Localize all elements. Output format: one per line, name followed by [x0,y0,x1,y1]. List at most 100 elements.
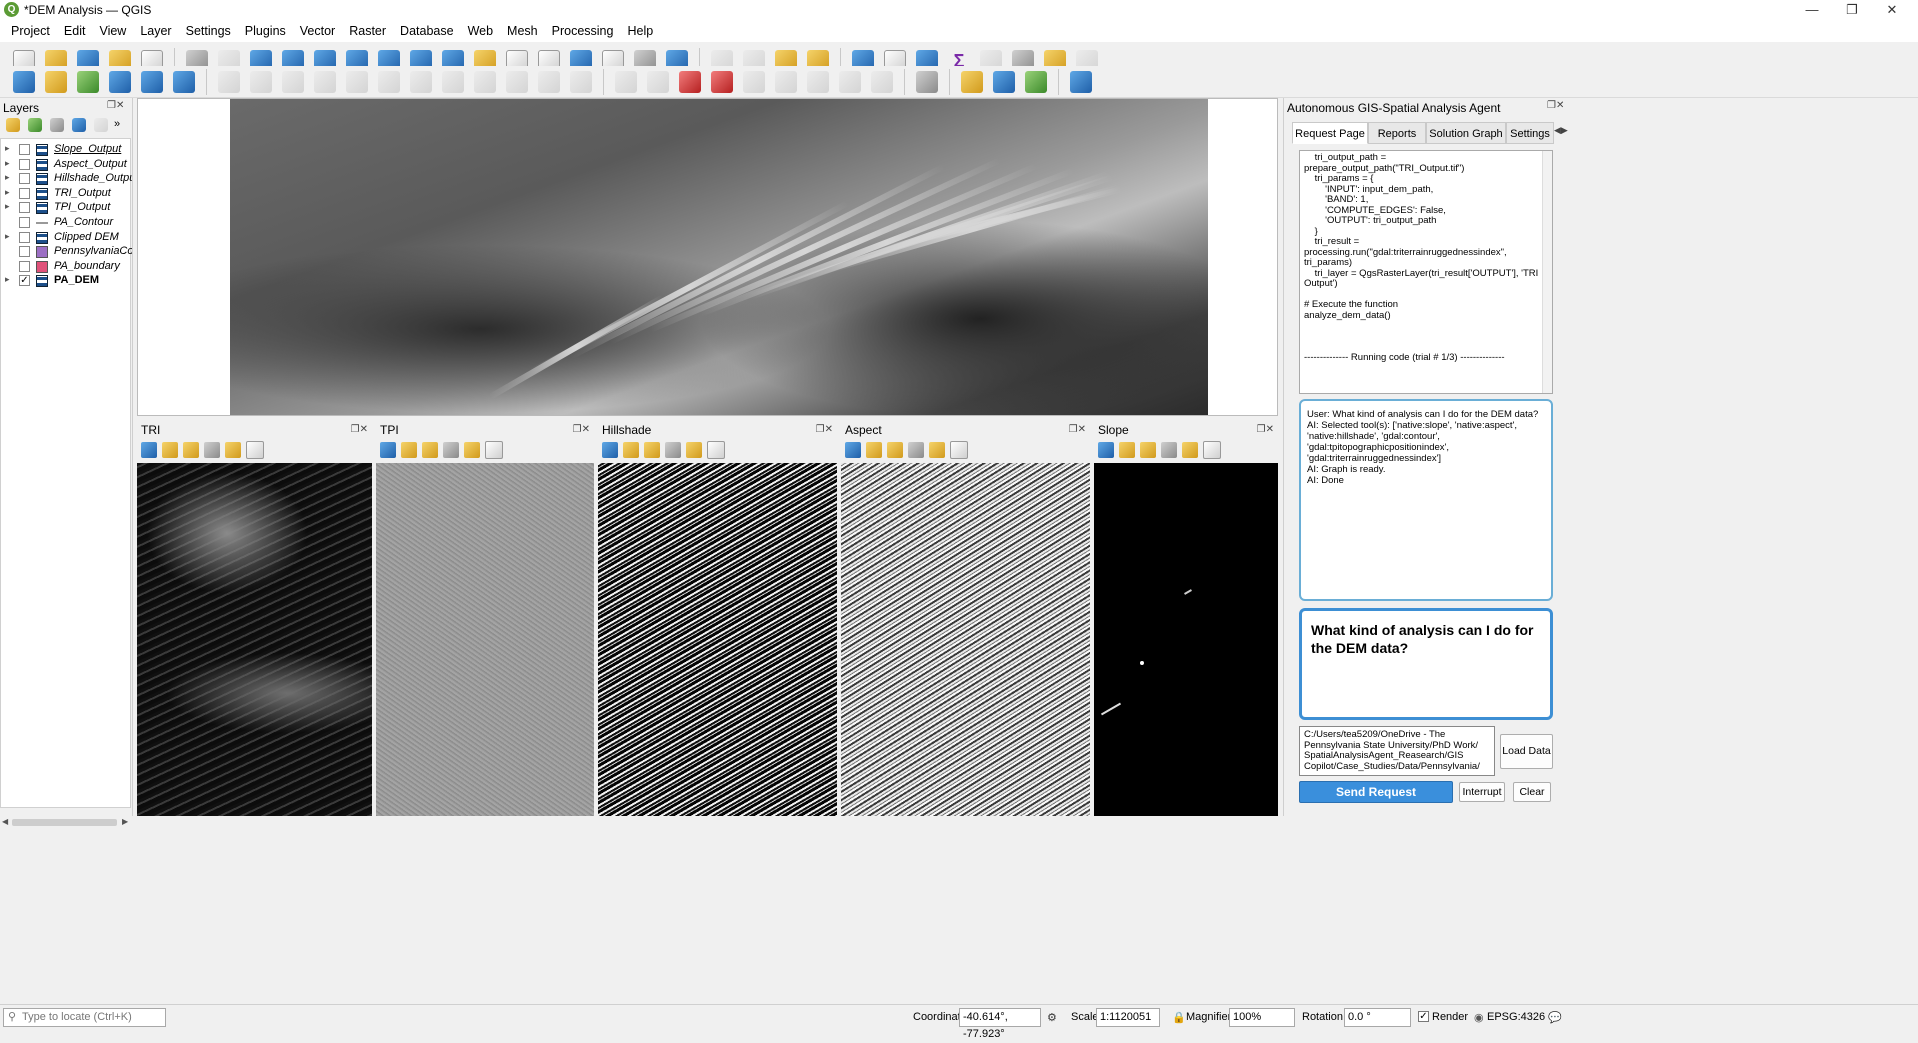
visibility-eye-icon[interactable] [204,442,220,458]
layer-visibility-checkbox[interactable] [19,158,30,170]
map-settings-icon[interactable] [707,441,725,459]
menu-web[interactable]: Web [461,24,500,38]
zoom-selection-icon[interactable] [401,442,417,458]
layer-visibility-checkbox[interactable] [19,187,30,199]
expand-all-icon[interactable] [94,118,108,132]
layer-visibility-checkbox[interactable]: ✓ [19,275,30,287]
layer-visibility-checkbox[interactable] [19,246,30,258]
reload-plugin-icon[interactable] [993,70,1015,93]
rotation-field[interactable]: 0.0 ° [1344,1008,1411,1027]
expand-arrow-icon[interactable]: ▸ [5,143,10,154]
menu-edit[interactable]: Edit [57,24,93,38]
modify-attributes-icon[interactable] [378,70,400,93]
tab-solution-graph[interactable]: Solution Graph [1426,122,1506,144]
layer-visibility-checkbox[interactable] [19,217,30,228]
request-input[interactable]: What kind of analysis can I do for the D… [1299,608,1553,720]
add-group-icon[interactable] [28,118,42,132]
map-settings-icon[interactable] [485,441,503,459]
move-label-icon[interactable] [807,70,829,93]
add-virtual-layer-icon[interactable] [173,70,195,93]
save-edits-icon[interactable] [282,70,304,93]
layer-item[interactable]: PennsylvaniaCounties [1,245,132,260]
tab-request-page[interactable]: Request Page [1292,122,1368,144]
visibility-eye-icon[interactable] [50,118,64,132]
expand-arrow-icon[interactable]: ▸ [5,274,10,285]
render-checkbox[interactable]: ✓ [1418,1011,1429,1022]
locator-input[interactable]: ⚲ Type to locate (Ctrl+K) [3,1008,166,1027]
toggle-extents-icon[interactable]: ⚙ [1047,1011,1057,1024]
panel-float-close-icon[interactable]: ❐✕ [573,424,590,435]
interrupt-button[interactable]: Interrupt [1459,782,1505,802]
layer-item[interactable]: ▸ Hillshade_Output [1,172,132,187]
menu-view[interactable]: View [92,24,133,38]
change-label-icon[interactable] [871,70,893,93]
map-settings-icon[interactable] [246,441,264,459]
add-raster-layer-icon[interactable] [141,70,163,93]
layer-item[interactable]: ▸ TRI_Output [1,187,132,202]
layer-item[interactable]: PA_Contour [1,216,132,231]
load-data-button[interactable]: Load Data [1500,734,1553,769]
zoom-full-icon[interactable] [602,442,618,458]
zoom-full-icon[interactable] [845,442,861,458]
layer-item[interactable]: ▸ TPI_Output [1,201,132,216]
menu-help[interactable]: Help [620,24,660,38]
magnifier-field[interactable]: 100% [1229,1008,1295,1027]
zoom-selection-icon[interactable] [623,442,639,458]
plugin-map-icon[interactable] [1025,70,1047,93]
panel-float-close-icon[interactable]: ❐✕ [1069,424,1086,435]
settings-wrench-icon[interactable] [464,442,480,458]
menu-layer[interactable]: Layer [133,24,178,38]
diagram-icon[interactable] [647,70,669,93]
pin-labels-icon[interactable] [743,70,765,93]
expand-arrow-icon[interactable]: ▸ [5,187,10,198]
more-chevron-icon[interactable]: » [114,118,120,136]
paste-features-icon[interactable] [506,70,528,93]
crs-button[interactable]: EPSG:4326 [1487,1011,1545,1023]
visibility-eye-icon[interactable] [665,442,681,458]
agent-robot-icon[interactable] [916,70,938,93]
minimize-icon[interactable]: — [1792,0,1832,20]
panel-float-close-icon[interactable]: ❐✕ [107,100,124,111]
zoom-layer-icon[interactable] [1140,442,1156,458]
zoom-selection-icon[interactable] [866,442,882,458]
expand-arrow-icon[interactable]: ▸ [5,172,10,183]
menu-plugins[interactable]: Plugins [238,24,293,38]
main-map-canvas[interactable] [137,98,1278,416]
tab-reports[interactable]: Reports [1368,122,1426,144]
menu-project[interactable]: Project [4,24,57,38]
settings-wrench-icon[interactable] [225,442,241,458]
cut-features-icon[interactable] [442,70,464,93]
menu-settings[interactable]: Settings [179,24,238,38]
layers-scrollbar[interactable]: ◀ ▶ [0,816,1918,830]
tab-settings[interactable]: Settings [1506,122,1554,144]
panel-float-close-icon[interactable]: ❐✕ [1547,100,1564,111]
coordinate-field[interactable]: -40.614°, -77.923° [959,1008,1041,1040]
copy-features-icon[interactable] [474,70,496,93]
layer-item[interactable]: ▸ Slope_Output [1,143,132,158]
zoom-full-icon[interactable] [380,442,396,458]
label-abc-icon[interactable] [679,70,701,93]
zoom-layer-icon[interactable] [183,442,199,458]
toggle-editing-icon[interactable] [250,70,272,93]
digitize-icon[interactable] [314,70,336,93]
visibility-eye-icon[interactable] [1161,442,1177,458]
zoom-full-icon[interactable] [1098,442,1114,458]
messages-icon[interactable]: 💬 [1548,1011,1562,1024]
filter-legend-icon[interactable] [72,118,86,132]
add-vector-layer-icon[interactable] [77,70,99,93]
map-settings-icon[interactable] [950,441,968,459]
vertex-tool-icon[interactable] [346,70,368,93]
maximize-icon[interactable]: ❐ [1832,0,1872,20]
settings-wrench-icon[interactable] [929,442,945,458]
settings-wrench-icon[interactable] [686,442,702,458]
scale-field[interactable]: 1:1120051 [1096,1008,1160,1027]
layer-item[interactable]: ▸ Clipped DEM [1,231,132,246]
zoom-selection-icon[interactable] [162,442,178,458]
panel-float-close-icon[interactable]: ❐✕ [816,424,833,435]
expand-arrow-icon[interactable]: ▸ [5,231,10,242]
layer-visibility-checkbox[interactable] [19,202,30,214]
undo-icon[interactable] [538,70,560,93]
current-edits-icon[interactable] [218,70,240,93]
new-temporary-layer-icon[interactable] [109,70,131,93]
layer-visibility-checkbox[interactable] [19,144,30,155]
